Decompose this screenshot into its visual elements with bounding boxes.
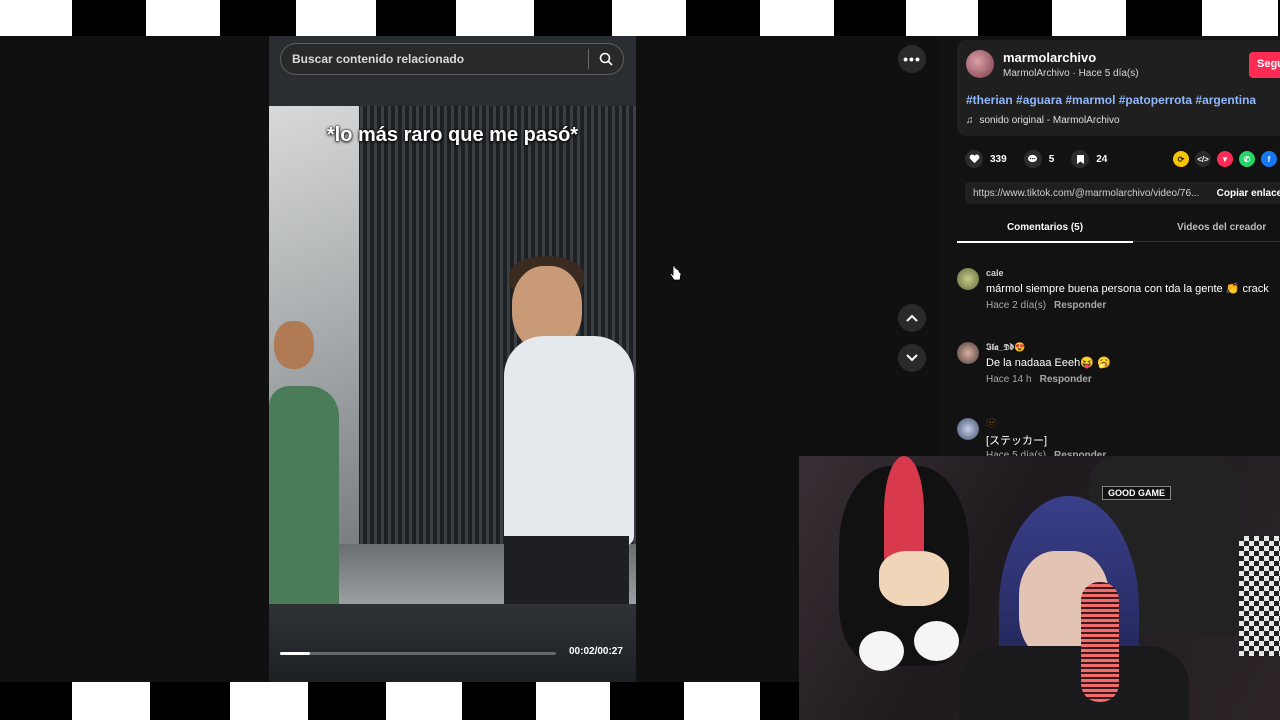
- webcam-badge: GOOD GAME: [1102, 486, 1172, 500]
- comment-button[interactable]: 5: [1023, 150, 1055, 168]
- sound-label: sonido original - MarmolArchivo: [979, 115, 1120, 126]
- avatar[interactable]: [957, 268, 979, 290]
- panel-tabs: Comentarios (5) Videos del creador: [957, 220, 1280, 243]
- comment-item: cale mármol siempre buena persona con td…: [957, 268, 1280, 328]
- embed-icon[interactable]: </>: [1195, 151, 1211, 167]
- repost-icon[interactable]: ⟳: [1173, 151, 1189, 167]
- video-url[interactable]: https://www.tiktok.com/@marmolarchivo/vi…: [965, 188, 1209, 199]
- save-button[interactable]: 24: [1071, 150, 1107, 168]
- chevron-down-icon: [906, 354, 918, 362]
- comment-text: [ステッカー]: [986, 435, 1048, 447]
- comment-author[interactable]: 𝕴𝖑𝖆_𝕯𝖉😍: [986, 342, 1025, 353]
- next-video-button[interactable]: [898, 344, 926, 372]
- sound-link[interactable]: ♫ sonido original - MarmolArchivo: [966, 115, 1120, 126]
- bookmark-icon: [1071, 150, 1090, 168]
- video-time: 00:02/00:27: [569, 646, 623, 657]
- facebook-icon[interactable]: f: [1261, 151, 1277, 167]
- avatar[interactable]: [957, 342, 979, 364]
- video-caption: *lo más raro que me pasó*: [326, 124, 579, 146]
- heart-icon: [965, 150, 983, 168]
- microphone: [1081, 582, 1119, 702]
- comment-time: Hace 14 h: [986, 374, 1032, 385]
- creator-subline: MarmolArchivo · Hace 5 día(s): [1003, 68, 1139, 79]
- previous-video-button[interactable]: [898, 304, 926, 332]
- avatar[interactable]: [957, 418, 979, 440]
- webcam-overlay: GOOD GAME: [799, 456, 1280, 720]
- video-frame: [269, 106, 636, 606]
- comment-text: De la nadaaa Eeeh😝 🥱: [986, 357, 1111, 369]
- send-icon[interactable]: ▼: [1217, 151, 1233, 167]
- like-button[interactable]: 339: [965, 150, 1007, 168]
- tab-creator-videos[interactable]: Videos del creador: [1177, 222, 1266, 233]
- engagement-stats: 339 5 24: [965, 150, 1124, 168]
- tab-comments[interactable]: Comentarios (5): [957, 222, 1133, 243]
- comment-text: mármol siempre buena persona con tda la …: [986, 283, 1269, 295]
- share-icons: ⟳ </> ▼ ✆ f: [1173, 151, 1277, 167]
- progress-bar[interactable]: [280, 652, 556, 655]
- search-bar[interactable]: Buscar contenido relacionado: [280, 43, 624, 75]
- reply-button[interactable]: Responder: [1054, 300, 1106, 311]
- mouse-cursor-icon: [669, 265, 682, 288]
- comment-time: Hace 2 día(s): [986, 300, 1047, 311]
- comment-author[interactable]: cale: [986, 268, 1004, 278]
- whatsapp-icon[interactable]: ✆: [1239, 151, 1255, 167]
- copy-link-button[interactable]: Copiar enlace: [1209, 188, 1280, 199]
- comment-icon: [1023, 150, 1042, 168]
- reply-button[interactable]: Responder: [1040, 374, 1092, 385]
- music-note-icon: ♫: [966, 115, 974, 126]
- video-link-row: https://www.tiktok.com/@marmolarchivo/vi…: [965, 182, 1280, 204]
- more-options-button[interactable]: •••: [898, 45, 926, 73]
- search-icon[interactable]: [589, 43, 623, 75]
- like-count: 339: [990, 153, 1007, 165]
- comment-count: 5: [1048, 153, 1055, 165]
- creator-card: marmolarchivo MarmolArchivo · Hace 5 día…: [957, 40, 1280, 136]
- creator-username[interactable]: marmolarchivo: [1003, 50, 1096, 65]
- checker-border-top: [0, 0, 1280, 36]
- video-player[interactable]: *lo más raro que me pasó* Buscar conteni…: [269, 36, 636, 682]
- video-controls: 00:02/00:27: [269, 604, 636, 682]
- comment-author[interactable]: 🫥: [986, 418, 997, 429]
- follow-button[interactable]: Seguir: [1249, 52, 1280, 78]
- progress-fill: [280, 652, 311, 655]
- save-count: 24: [1096, 153, 1108, 165]
- hashtags[interactable]: #therian #aguara #marmol #patoperrota #a…: [966, 93, 1256, 107]
- search-input[interactable]: Buscar contenido relacionado: [281, 52, 588, 66]
- chevron-up-icon: [906, 314, 918, 322]
- avatar[interactable]: [966, 50, 994, 78]
- comment-item: 𝕴𝖑𝖆_𝕯𝖉😍 De la nadaaa Eeeh😝 🥱 Hace 14 h Re…: [957, 342, 1280, 402]
